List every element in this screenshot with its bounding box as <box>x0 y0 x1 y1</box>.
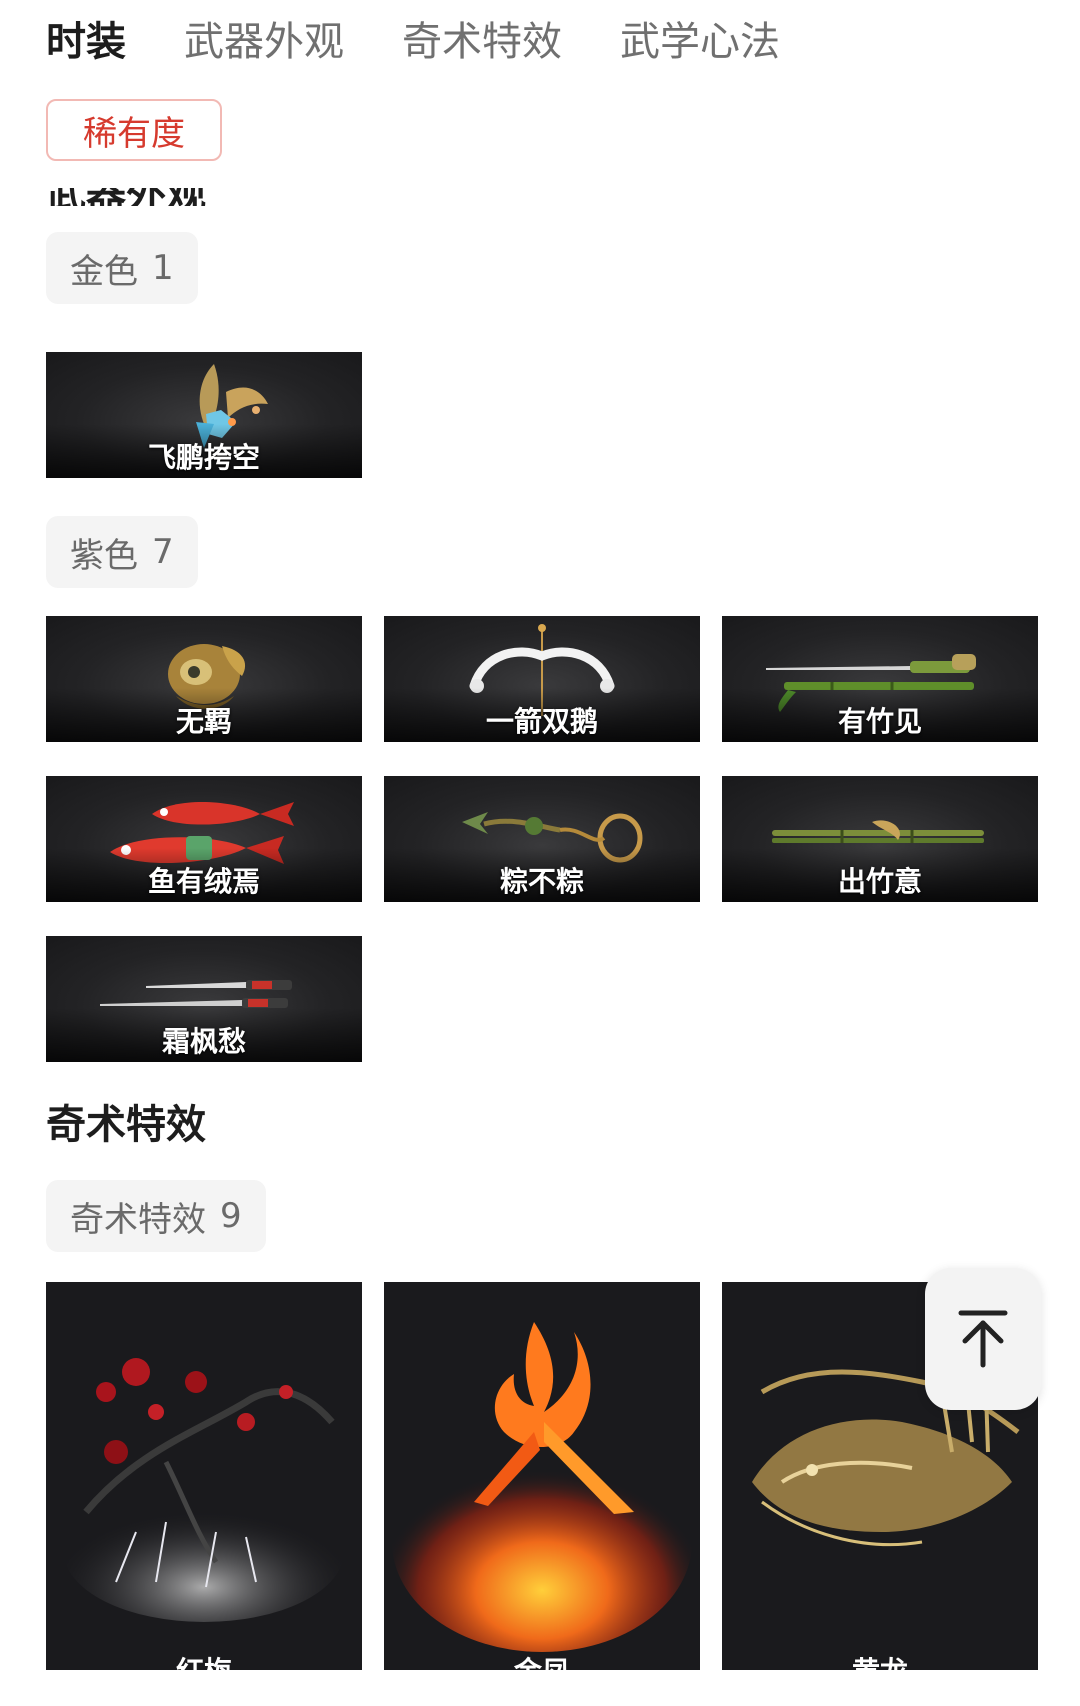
group-name: 奇术特效 <box>70 1199 206 1240</box>
group-count: 7 <box>152 532 174 572</box>
effects-section-title: 奇术特效 <box>46 1102 206 1148</box>
weapon-card[interactable]: 一箭双鹅 <box>384 616 700 742</box>
rarity-filter-button[interactable]: 稀有度 <box>46 99 222 161</box>
effect-card[interactable]: 金凤 <box>384 1282 700 1670</box>
group-label-gold: 金色 1 <box>46 232 198 304</box>
group-name: 紫色 <box>70 535 138 576</box>
tab-fashion[interactable]: 时装 <box>46 12 126 72</box>
arrow-up-to-top-icon <box>958 1310 1008 1368</box>
group-name: 金色 <box>70 251 138 292</box>
card-label: 霜枫愁 <box>161 1025 246 1058</box>
weapon-card[interactable]: 无羁 <box>46 616 362 742</box>
weapon-card[interactable]: 有竹见 <box>722 616 1038 742</box>
card-label: 飞鹏挎空 <box>147 441 260 474</box>
card-label: 无羁 <box>175 705 232 738</box>
card-label: 有竹见 <box>837 705 922 738</box>
weapon-section-title: 武器外观 <box>46 188 206 206</box>
fire-phoenix-icon <box>392 1322 692 1652</box>
card-label: 金凤 <box>384 1650 700 1670</box>
card-label: 出竹意 <box>837 865 922 898</box>
card-label: 黄龙 <box>722 1650 1038 1670</box>
effect-card[interactable]: 红梅 <box>46 1282 362 1670</box>
weapon-card[interactable]: 飞鹏挎空 <box>46 352 362 478</box>
card-label: 粽不粽 <box>499 865 584 898</box>
card-label: 红梅 <box>46 1650 362 1670</box>
weapon-card[interactable]: 鱼有绒焉 <box>46 776 362 902</box>
category-tabs: 时装 武器外观 奇术特效 武学心法 <box>46 12 838 72</box>
group-label-effects: 奇术特效 9 <box>46 1180 266 1252</box>
weapon-card[interactable]: 霜枫愁 <box>46 936 362 1062</box>
tab-weapon-appearance[interactable]: 武器外观 <box>184 12 344 72</box>
back-to-top-button[interactable] <box>925 1268 1041 1410</box>
weapon-card[interactable]: 出竹意 <box>722 776 1038 902</box>
group-count: 9 <box>220 1196 242 1236</box>
group-label-purple: 紫色 7 <box>46 516 198 588</box>
card-label: 鱼有绒焉 <box>147 865 260 898</box>
card-label: 一箭双鹅 <box>485 705 598 738</box>
tab-special-effects[interactable]: 奇术特效 <box>402 12 562 72</box>
group-count: 1 <box>152 248 174 288</box>
weapon-section-title-clipped: 武器外观 <box>46 188 646 206</box>
tab-martial-arts[interactable]: 武学心法 <box>620 12 780 72</box>
red-plum-blossom-icon <box>64 1358 344 1622</box>
weapon-card[interactable]: 粽不粽 <box>384 776 700 902</box>
